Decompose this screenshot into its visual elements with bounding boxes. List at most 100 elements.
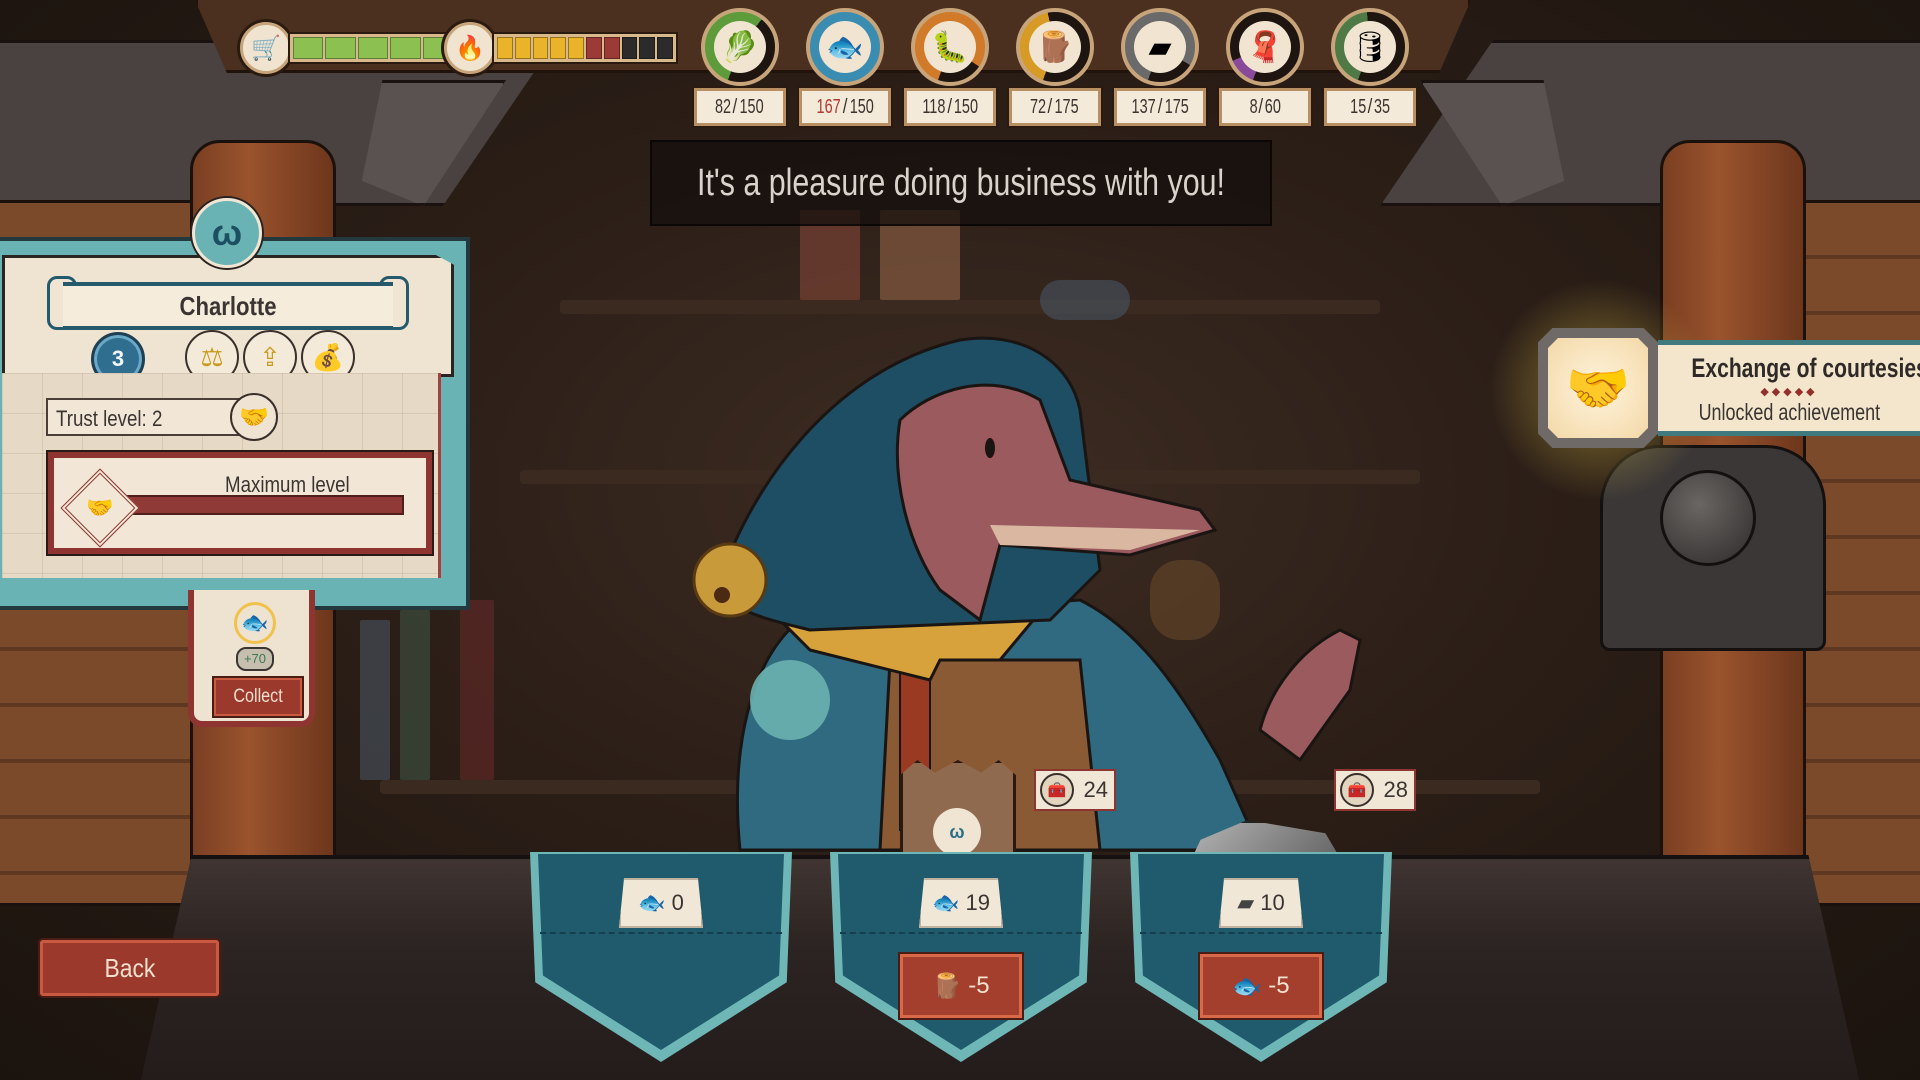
stock-count: 19 xyxy=(965,890,990,915)
dialogue-text: It's a pleasure doing business with you! xyxy=(697,161,1226,204)
trade-bin-3[interactable]: ▰ 10 🐟 -5 xyxy=(1130,852,1392,1062)
resource-iron[interactable]: ▰ 137/175 xyxy=(1112,8,1208,126)
cost-amount: -5 xyxy=(1268,972,1290,999)
price-value: 28 xyxy=(1383,777,1408,802)
resource-count: 72/175 xyxy=(1009,88,1101,126)
chest-icon: 🧰 xyxy=(1040,773,1074,807)
fish-icon: 🐟 xyxy=(234,602,276,644)
resource-count: 137/175 xyxy=(1114,88,1206,126)
iron-ingot-icon: ▰ xyxy=(1237,890,1255,915)
merchant-name: Charlotte xyxy=(179,290,277,321)
merchant-portrait-icon: ω xyxy=(192,198,262,268)
iron-icon: ▰ xyxy=(1134,21,1186,73)
trust-level-label: Trust level: 2 xyxy=(46,398,244,436)
price-value: 24 xyxy=(1083,777,1108,802)
merchant-header: Charlotte 3 ⚖ ⇪ 💰 xyxy=(2,255,454,377)
heat-meter: 🔥 xyxy=(444,22,678,74)
reward-amount: +70 xyxy=(236,647,274,671)
stock-count: 10 xyxy=(1260,890,1285,915)
fish-icon: 🐟 xyxy=(932,890,960,915)
flame-icon: 🔥 xyxy=(444,22,496,74)
heat-segment xyxy=(568,37,584,59)
resource-current: 167 xyxy=(816,96,841,118)
achievement-toast: Exchange of courtesies ◆◆◆◆◆ Unlocked ac… xyxy=(1658,340,1920,436)
resource-max: 150 xyxy=(739,96,764,118)
resource-count: 82/150 xyxy=(694,88,786,126)
resource-barrel[interactable]: 🛢 15/35 xyxy=(1322,8,1418,126)
lamp-orb xyxy=(1660,470,1756,566)
health-segment xyxy=(325,37,356,59)
achievement-divider: ◆◆◆◆◆ xyxy=(1760,386,1818,398)
trade-cost-button[interactable]: 🪵 -5 xyxy=(900,954,1022,1018)
resource-ring: 🐟 xyxy=(806,8,884,86)
fish-icon: 🐟 xyxy=(638,890,666,915)
back-button[interactable]: Back xyxy=(40,940,219,996)
resource-wood[interactable]: 🪵 72/175 xyxy=(1007,8,1103,126)
book xyxy=(400,610,430,780)
resource-current: 137 xyxy=(1131,96,1156,118)
bowl xyxy=(1040,280,1130,320)
health-segment xyxy=(390,37,421,59)
fish-logo-icon: ω xyxy=(933,808,981,856)
resource-count: 15/35 xyxy=(1324,88,1416,126)
fish-icon: 🐟 xyxy=(819,21,871,73)
fabric-icon: 🧣 xyxy=(1239,21,1291,73)
resource-fish[interactable]: 🐟 167/150 xyxy=(797,8,893,126)
stock-count: 0 xyxy=(671,890,684,915)
handshake-glyph: 🤝 xyxy=(1565,359,1631,418)
merchant-character xyxy=(660,330,1380,860)
resource-fabric[interactable]: 🧣 8/60 xyxy=(1217,8,1313,126)
caravan-health-bar xyxy=(288,32,458,64)
heat-segment xyxy=(585,37,602,59)
chest-icon: 🧰 xyxy=(1340,773,1374,807)
trade-cost-button[interactable]: 🐟 -5 xyxy=(1200,954,1322,1018)
achievement-title-text: Exchange of courtesies xyxy=(1691,353,1920,383)
resource-count: 167/150 xyxy=(799,88,891,126)
heat-segment xyxy=(657,37,673,59)
resource-max: 150 xyxy=(849,96,874,118)
resource-current: 8 xyxy=(1249,96,1258,118)
resource-list: 🥬 82/150 🐟 167/150 🐛 118/150 🪵 72/175 ▰ 137/175 🧣 8… xyxy=(692,8,1418,126)
book xyxy=(460,600,494,780)
heat-segment xyxy=(639,37,656,59)
trade-bin-1[interactable]: 🐟 0 xyxy=(530,852,792,1062)
resource-ring: ▰ xyxy=(1121,8,1199,86)
resource-current: 15 xyxy=(1350,96,1367,118)
trust-upgrade-icon: 🤝 xyxy=(60,468,140,548)
handshake-icon: 🤝 xyxy=(1548,338,1648,438)
resource-count: 118/150 xyxy=(904,88,996,126)
resource-max: 175 xyxy=(1164,96,1189,118)
heat-segment xyxy=(514,37,531,59)
book xyxy=(360,620,390,780)
price-tag-trade-2: 🧰 24 xyxy=(1034,769,1116,811)
fish-glyph: 🐟 xyxy=(241,610,269,635)
heat-segment xyxy=(603,37,620,59)
heat-segment xyxy=(550,37,567,59)
caravan-icon: 🛒 xyxy=(240,22,292,74)
fish-icon: 🐟 xyxy=(1232,972,1263,1000)
heat-segment xyxy=(532,37,549,59)
collect-label: Collect xyxy=(233,686,283,707)
resource-grub[interactable]: 🐛 118/150 xyxy=(902,8,998,126)
trust-progress-bar xyxy=(122,495,404,515)
achievement-subtitle-text: Unlocked achievement xyxy=(1698,399,1880,425)
resource-ring: 🛢 xyxy=(1331,8,1409,86)
heat-segment xyxy=(497,37,513,59)
wood-icon: 🪵 xyxy=(932,972,963,1000)
resource-max: 175 xyxy=(1054,96,1079,118)
shelf xyxy=(560,300,1380,314)
resource-cabbage[interactable]: 🥬 82/150 xyxy=(692,8,788,126)
resource-ring: 🐛 xyxy=(911,8,989,86)
resource-count: 8/60 xyxy=(1219,88,1311,126)
cost-amount: -5 xyxy=(968,972,990,999)
bin-seam xyxy=(1140,932,1382,934)
collect-button[interactable]: Collect xyxy=(214,678,302,716)
achievement-subtitle: Unlocked achievement xyxy=(1658,399,1920,426)
trade-bin-2[interactable]: 🐟 19 🪵 -5 xyxy=(830,852,1092,1062)
stock-tag: 🐟 0 xyxy=(619,878,703,928)
heat-bar xyxy=(492,32,678,64)
resource-max: 35 xyxy=(1373,96,1390,118)
resource-max: 150 xyxy=(953,96,978,118)
trust-progress-card: Maximum level 🤝 xyxy=(48,452,432,554)
achievement-title: Exchange of courtesies xyxy=(1658,353,1920,384)
